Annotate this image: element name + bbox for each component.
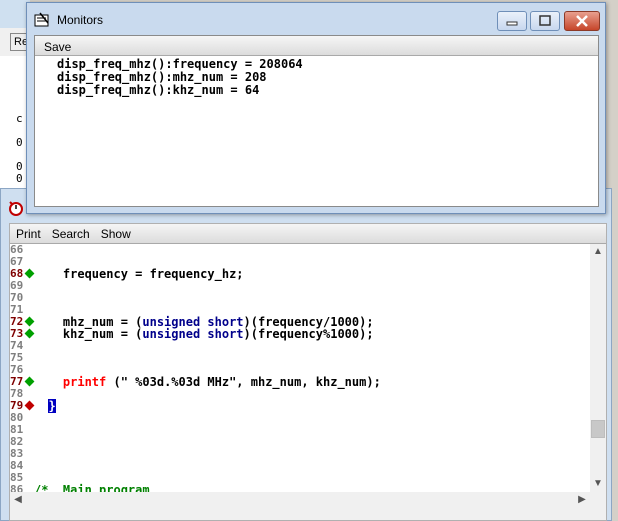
code-line[interactable]: 74 [10, 340, 590, 352]
monitor-value-line: disp_freq_mhz():frequency = 208064 [57, 57, 303, 71]
background-fragment: 0 [16, 136, 23, 149]
minimize-button[interactable] [497, 11, 527, 31]
monitors-window: Monitors Save disp_freq_mhz():frequency … [26, 2, 606, 214]
source-text: khz_num = (unsigned short)(frequency%100… [34, 327, 374, 341]
comment: /* Main program [34, 483, 150, 492]
monitors-toolbar: Save [35, 36, 598, 56]
menu-show[interactable]: Show [95, 224, 136, 241]
monitor-value-line: disp_freq_mhz():mhz_num = 208 [57, 70, 267, 84]
minimize-icon [506, 21, 518, 26]
scroll-right-arrow-icon[interactable]: ▶ [574, 492, 590, 508]
source-code-view[interactable]: 66 67 68 frequency = frequency_hz; 69 70 71 72… [10, 244, 590, 492]
monitors-window-title: Monitors [57, 13, 104, 27]
breakpoint-valid-icon[interactable] [24, 328, 35, 339]
code-line[interactable]: 75 [10, 352, 590, 364]
breakpoint-valid-icon[interactable] [24, 316, 35, 327]
scroll-thumb[interactable] [591, 420, 605, 438]
source-text: printf (" %03d.%03d MHz", mhz_num, khz_n… [62, 375, 381, 389]
scroll-up-arrow-icon[interactable]: ▲ [590, 244, 606, 260]
code-line[interactable]: 86 /* Main program [10, 483, 590, 493]
source-text: frequency = frequency_hz; [34, 267, 244, 281]
maximize-button[interactable] [530, 11, 560, 31]
source-text: /* Main program [34, 484, 150, 492]
code-line[interactable]: 77 printf (" %03d.%03d MHz", mhz_num, kh… [10, 375, 590, 389]
code-line[interactable]: 81 [10, 424, 590, 436]
code-line[interactable]: 70 [10, 292, 590, 304]
scroll-left-arrow-icon[interactable]: ◀ [10, 492, 26, 508]
scroll-down-arrow-icon[interactable]: ▼ [590, 476, 606, 492]
vertical-scrollbar[interactable]: ▲ ▼ [590, 244, 606, 492]
breakpoint-valid-icon[interactable] [24, 268, 35, 279]
monitors-content: Save disp_freq_mhz():frequency = 208064 … [34, 35, 599, 207]
code-line[interactable]: 82 [10, 436, 590, 448]
code-line[interactable]: 79 } [10, 399, 590, 413]
editor-menubar: Print Search Show [10, 224, 606, 244]
editor-window: Print Search Show 66 67 68 frequency = frequ… [0, 188, 612, 521]
code-line[interactable]: 80 [10, 412, 590, 424]
code-line[interactable]: 69 [10, 280, 590, 292]
code-line[interactable]: 66 [10, 244, 590, 256]
keyword: unsigned short [142, 327, 244, 341]
editor-panel: Print Search Show 66 67 68 frequency = frequ… [9, 223, 607, 521]
code-line[interactable]: 68 frequency = frequency_hz; [10, 267, 590, 281]
menu-search[interactable]: Search [46, 224, 95, 241]
monitors-window-icon [34, 12, 49, 27]
code-line[interactable]: 78 [10, 388, 590, 400]
code-line[interactable]: 73 khz_num = (unsigned short)(frequency%… [10, 327, 590, 341]
close-icon [576, 15, 588, 27]
monitor-value-line: disp_freq_mhz():khz_num = 64 [57, 83, 260, 97]
line-number: 86 [10, 483, 24, 493]
source-text: } [34, 399, 56, 413]
selected-text[interactable]: } [48, 399, 56, 413]
save-button[interactable]: Save [44, 40, 71, 54]
code-line[interactable]: 84 [10, 460, 590, 472]
background-fragment: c [16, 112, 23, 125]
horizontal-scrollbar[interactable]: ◀ ▶ [10, 492, 590, 508]
function-name: printf [62, 375, 107, 389]
breakpoint-valid-icon[interactable] [24, 376, 35, 387]
debugger-icon[interactable] [7, 199, 25, 217]
close-button[interactable] [564, 11, 600, 31]
breakpoint-current-icon[interactable] [24, 400, 35, 411]
maximize-icon [539, 15, 551, 26]
code-line[interactable]: 83 [10, 448, 590, 460]
menu-print[interactable]: Print [10, 224, 46, 241]
background-fragment: 0 [16, 172, 23, 185]
